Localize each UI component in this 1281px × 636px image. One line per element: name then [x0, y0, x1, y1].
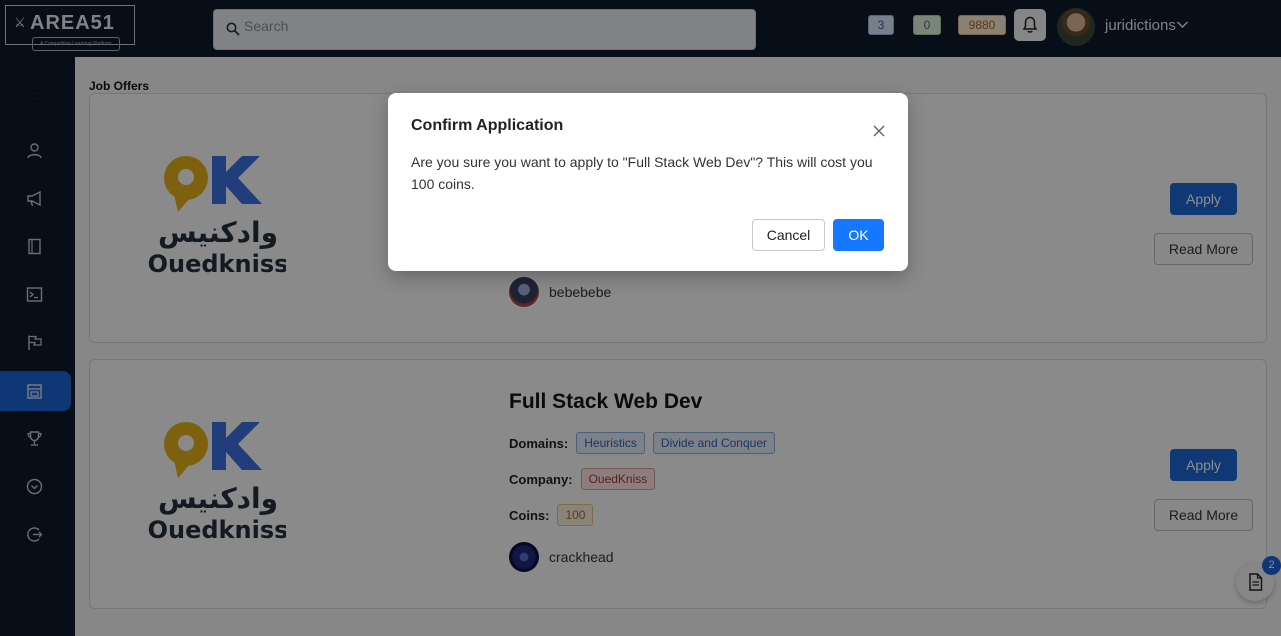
dialog-title: Confirm Application — [411, 117, 564, 134]
confirm-dialog: Confirm Application Are you sure you wan… — [388, 93, 908, 271]
cancel-button[interactable]: Cancel — [752, 219, 825, 251]
close-icon[interactable] — [871, 123, 887, 139]
ok-button[interactable]: OK — [833, 219, 884, 251]
dialog-message: Are you sure you want to apply to "Full … — [411, 154, 873, 192]
